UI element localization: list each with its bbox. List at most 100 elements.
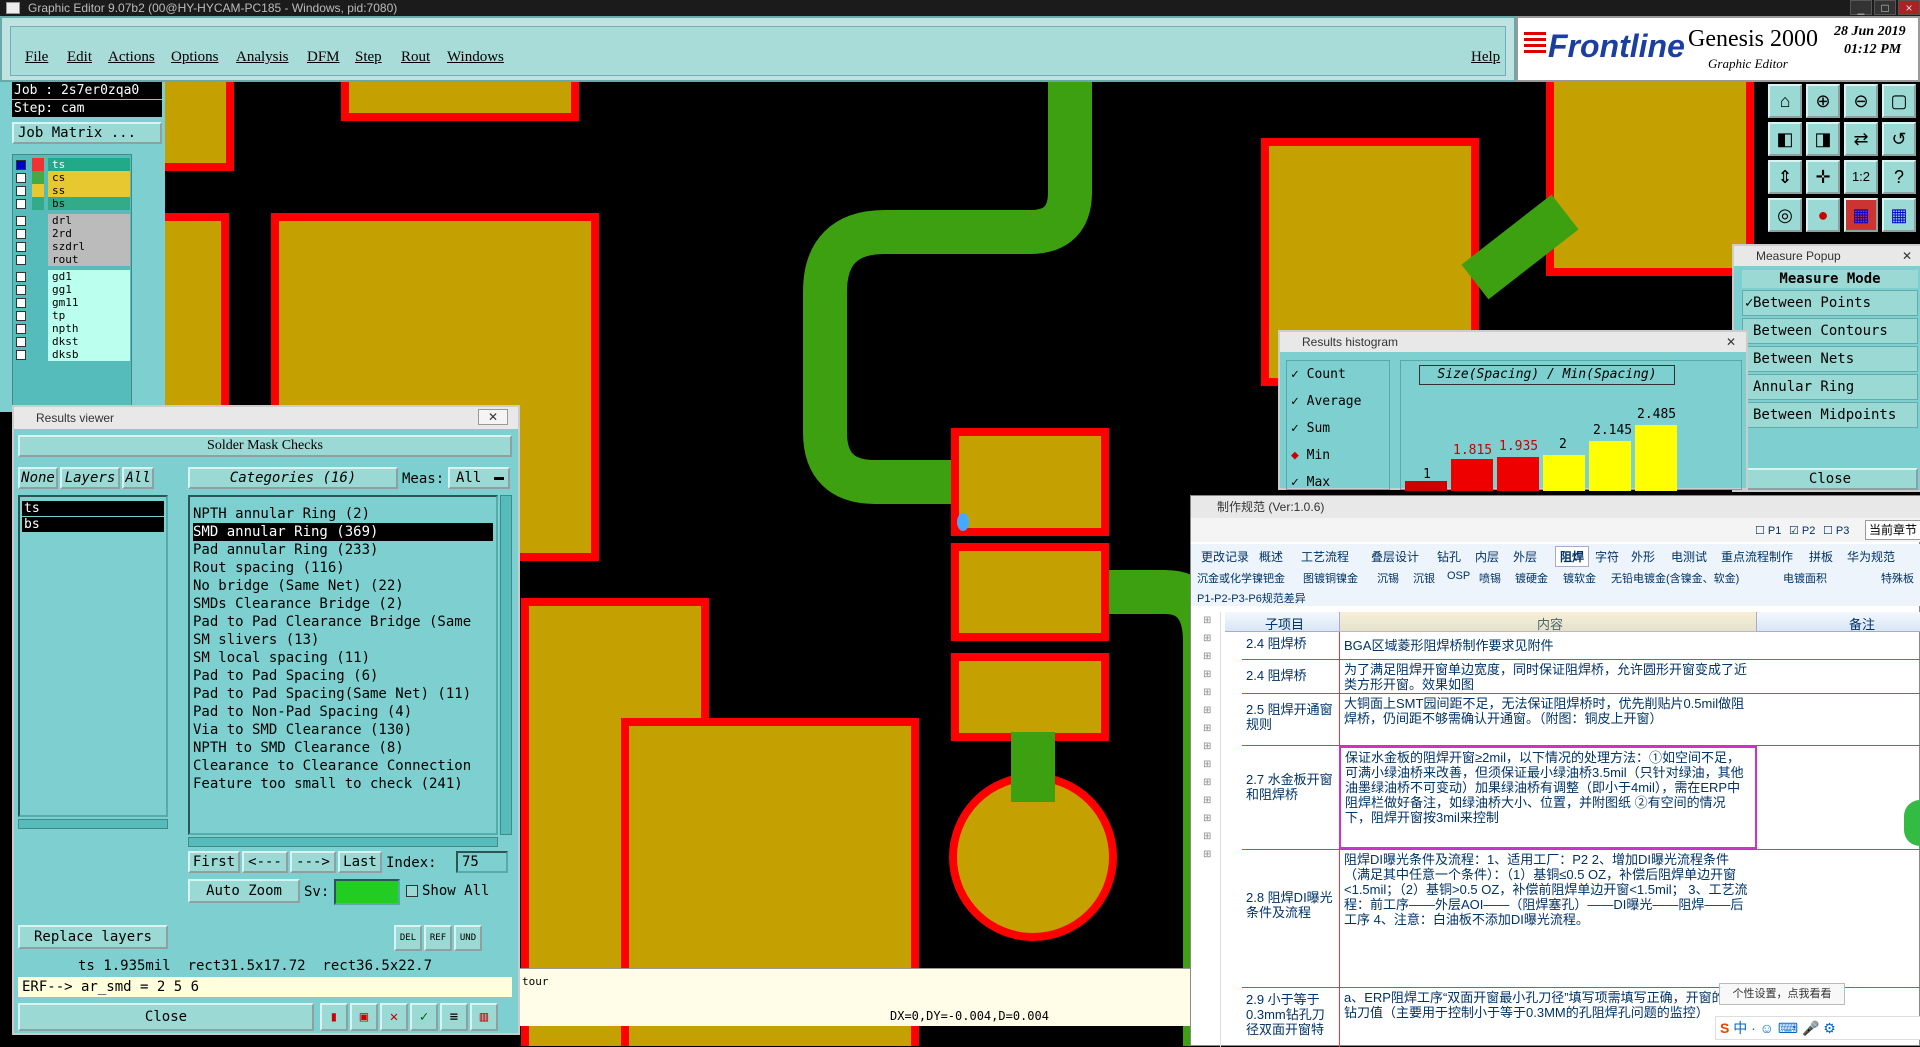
histogram-bar[interactable] xyxy=(1451,459,1493,491)
menu-dfm[interactable]: DFM xyxy=(307,49,340,66)
layer-checkbox[interactable] xyxy=(16,173,26,183)
layer-row[interactable]: ss xyxy=(14,184,132,198)
measure-between-midpoints[interactable]: Between Midpoints xyxy=(1742,402,1918,428)
histogram-bar[interactable] xyxy=(1405,481,1447,491)
cross-icon[interactable]: ✕ xyxy=(380,1003,408,1031)
tab-item[interactable]: 特殊板 xyxy=(1881,570,1914,586)
categories-button[interactable]: Categories (16) xyxy=(188,467,398,489)
tab-item[interactable]: 华为规范 xyxy=(1847,548,1895,565)
zoom-in-icon[interactable]: ⊕ xyxy=(1806,84,1840,118)
layer-checkbox[interactable] xyxy=(16,272,26,282)
tab-item[interactable]: 字符 xyxy=(1595,548,1619,565)
graph-icon[interactable]: ▦ xyxy=(1844,198,1878,232)
category-list[interactable]: NPTH annular Ring (2) SMD annular Ring (… xyxy=(188,495,498,835)
tab-item-active[interactable]: 阻焊 xyxy=(1555,546,1590,567)
layer-row[interactable]: gm11 xyxy=(14,296,132,310)
category-item[interactable]: SM local spacing (11) xyxy=(193,649,370,667)
category-item[interactable]: No bridge (Same Net) (22) xyxy=(193,577,404,595)
measure-between-points[interactable]: ✓ Between Points xyxy=(1742,290,1918,316)
tab-item[interactable]: 拼板 xyxy=(1809,548,1833,565)
col-header[interactable]: 备注 xyxy=(1849,614,1875,633)
sv-color-dropdown[interactable] xyxy=(334,879,400,905)
auto-zoom-dropdown[interactable]: Auto Zoom xyxy=(188,879,300,903)
close-button[interactable]: × xyxy=(1898,0,1920,15)
layer-checkbox[interactable] xyxy=(16,350,26,360)
category-item[interactable]: SMDs Clearance Bridge (2) xyxy=(193,595,404,613)
layer-checkbox[interactable] xyxy=(16,337,26,347)
category-item[interactable]: Clearance to Clearance Connection xyxy=(193,757,471,775)
layer-result-list[interactable]: ts bs xyxy=(18,495,168,817)
tab-item[interactable]: P1-P2-P3-P6规范差异 xyxy=(1197,590,1306,606)
category-item[interactable]: Feature too small to check (241) xyxy=(193,775,463,793)
tab-item[interactable]: 更改记录 xyxy=(1201,548,1249,565)
tab-item[interactable]: 叠层设计 xyxy=(1371,548,1419,565)
report-icon[interactable]: ≡ xyxy=(440,1003,468,1031)
layer-row[interactable]: dksb xyxy=(14,348,132,362)
float-badge-icon[interactable] xyxy=(1904,800,1920,846)
tab-item[interactable]: 概述 xyxy=(1259,548,1283,565)
prev-button[interactable]: <--- xyxy=(242,851,288,873)
layer-checkbox[interactable] xyxy=(16,242,26,252)
del-icon[interactable]: DEL xyxy=(394,925,422,951)
table-row[interactable]: 2.7 水金板开窗和阻焊桥 保证水金板的阻焊开窗≥2mil，以下情况的处理方法：… xyxy=(1242,746,1920,850)
layer-row[interactable]: tp xyxy=(14,309,132,323)
category-item[interactable]: Pad to Pad Spacing (6) xyxy=(193,667,378,685)
tab-item[interactable]: 沉锡 xyxy=(1377,570,1399,586)
tab-item[interactable]: 重点流程制作 xyxy=(1721,548,1793,565)
meas-dropdown[interactable]: All xyxy=(448,467,510,489)
category-item[interactable]: NPTH to SMD Clearance (8) xyxy=(193,739,404,757)
page-checkbox-p1[interactable]: ☐ P1 xyxy=(1755,524,1781,537)
redraw-icon[interactable]: ↺ xyxy=(1882,122,1916,156)
sogou-icon[interactable]: S xyxy=(1720,1020,1729,1036)
tab-item[interactable]: 镀软金 xyxy=(1563,570,1596,586)
table-row[interactable]: 2.4 阻焊桥 为了满足阻焊开窗单边宽度，同时保证阻焊桥，允许圆形开窗变成了近类… xyxy=(1242,660,1920,694)
first-button[interactable]: First xyxy=(188,851,240,873)
histogram-bar[interactable] xyxy=(1635,425,1677,491)
histogram-bar[interactable] xyxy=(1589,441,1631,491)
tab-item[interactable]: 工艺流程 xyxy=(1301,548,1349,565)
histogram-bar[interactable] xyxy=(1497,457,1539,491)
layer-row[interactable]: npth xyxy=(14,322,132,336)
page-checkbox-p2[interactable]: ☑ P2 xyxy=(1789,524,1815,537)
tab-item[interactable]: 镀硬金 xyxy=(1515,570,1548,586)
replace-layers-dropdown[interactable]: Replace layers xyxy=(18,925,168,949)
pan-left-icon[interactable]: ◧ xyxy=(1768,122,1802,156)
index-input[interactable]: 75 xyxy=(456,851,508,873)
menu-file[interactable]: File xyxy=(25,49,48,66)
menu-step[interactable]: Step xyxy=(355,49,382,66)
job-matrix-button[interactable]: Job Matrix ... xyxy=(12,122,162,144)
tab-item[interactable]: 图镀铜镍金 xyxy=(1303,570,1358,586)
measure-between-nets[interactable]: Between Nets xyxy=(1742,346,1918,372)
layer-row[interactable]: dkst xyxy=(14,335,132,349)
check-icon[interactable]: ✓ xyxy=(410,1003,438,1031)
layer-row[interactable]: gd1 xyxy=(14,270,132,284)
category-item[interactable]: Via to SMD Clearance (130) xyxy=(193,721,412,739)
category-item[interactable]: Pad to Non-Pad Spacing (4) xyxy=(193,703,412,721)
measure-close-button[interactable]: Close xyxy=(1742,468,1918,490)
menu-help[interactable]: Help xyxy=(1471,49,1500,66)
tab-item[interactable]: 沉银 xyxy=(1413,570,1435,586)
tab-item[interactable]: OSP xyxy=(1447,570,1470,582)
close-results-button[interactable]: Close xyxy=(18,1003,314,1031)
measure-between-contours[interactable]: Between Contours xyxy=(1742,318,1918,344)
category-item[interactable]: NPTH annular Ring (2) xyxy=(193,505,370,523)
category-vscroll[interactable] xyxy=(500,495,512,835)
show-all-checkbox[interactable] xyxy=(406,885,418,897)
undo-icon[interactable]: UND xyxy=(454,925,482,951)
layer-row[interactable]: cs xyxy=(14,171,132,185)
snap-icon[interactable]: ◎ xyxy=(1768,198,1802,232)
tab-item[interactable]: 喷锡 xyxy=(1479,570,1501,586)
category-item-selected[interactable]: SMD annular Ring (369) xyxy=(193,523,493,541)
menu-rout[interactable]: Rout xyxy=(401,49,430,66)
tab-item[interactable]: 无铅电镀金(含镍金、软金) xyxy=(1611,570,1739,586)
menu-analysis[interactable]: Analysis xyxy=(236,49,289,66)
minimize-button[interactable]: _ xyxy=(1850,0,1872,15)
category-hscroll[interactable] xyxy=(188,837,498,847)
help-icon[interactable]: ? xyxy=(1882,160,1916,194)
ime-icons[interactable]: 中 · ☺ ⌨ 🎤 ⚙ xyxy=(1733,1020,1836,1036)
chart-icon[interactable]: ▮ xyxy=(320,1003,348,1031)
layer-row[interactable]: ts xyxy=(14,158,132,172)
all-layers-button[interactable]: All xyxy=(122,467,154,489)
layer-checkbox[interactable] xyxy=(16,216,26,226)
mode-count[interactable]: ✓ Count xyxy=(1291,367,1346,382)
